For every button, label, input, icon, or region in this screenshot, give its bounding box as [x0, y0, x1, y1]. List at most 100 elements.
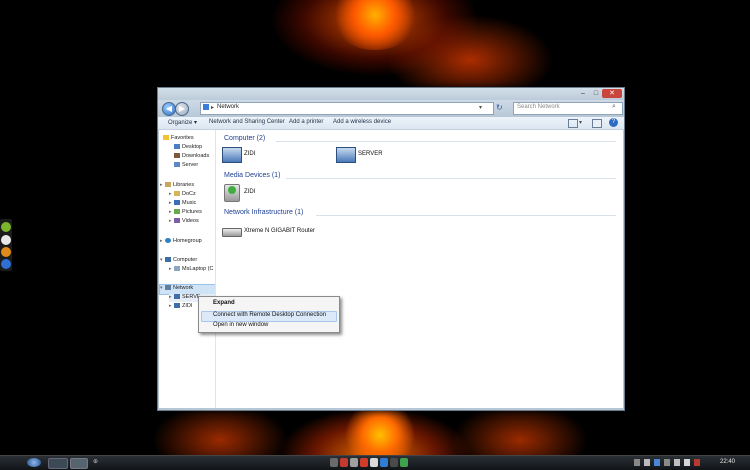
nav-computer[interactable]: Computer	[165, 257, 197, 264]
group-title-media-devices[interactable]: Media Devices (1)	[224, 172, 280, 179]
tray-icon[interactable]	[694, 459, 700, 466]
search-input[interactable]: Search Network ⌕	[513, 102, 623, 115]
expand-arrow-icon[interactable]: ▸	[169, 294, 172, 301]
videos-icon	[174, 218, 180, 224]
chevron-down-icon[interactable]: ▾	[579, 119, 582, 126]
expand-arrow-icon[interactable]: ▸	[169, 303, 172, 310]
nav-item-mslaptop[interactable]: MsLaptop (C	[174, 266, 214, 273]
group-divider	[286, 178, 616, 179]
maximize-button[interactable]: □	[590, 89, 602, 98]
router-icon	[222, 228, 242, 237]
context-menu-open-new-window[interactable]: Open in new window	[213, 322, 268, 328]
group-divider	[316, 215, 616, 216]
nav-item-label: MsLaptop (C	[182, 266, 214, 272]
nav-item-pictures[interactable]: Pictures	[174, 209, 202, 216]
gadget-icon[interactable]	[1, 222, 11, 232]
expand-arrow-icon[interactable]: ▸	[160, 182, 163, 189]
nav-item-zidi[interactable]: ZIDI	[174, 303, 192, 310]
expand-arrow-icon[interactable]: ▸	[160, 238, 163, 245]
expand-arrow-icon[interactable]: ▸	[169, 218, 172, 225]
taskbar-app[interactable]	[330, 458, 338, 467]
taskbar-app[interactable]	[350, 458, 358, 467]
command-bar: Organize ▾ Network and Sharing Center Ad…	[158, 117, 624, 130]
bluetooth-icon[interactable]	[654, 459, 660, 466]
group-title-network-infrastructure[interactable]: Network Infrastructure (1)	[224, 209, 303, 216]
breadcrumb[interactable]: Network	[217, 104, 239, 110]
flame-decoration-bottom	[340, 405, 420, 455]
network-sharing-center-button[interactable]: Network and Sharing Center	[209, 119, 285, 125]
music-icon	[174, 200, 180, 206]
nav-libraries[interactable]: Libraries	[165, 182, 194, 189]
taskbar-app[interactable]	[390, 458, 398, 467]
tray-icon[interactable]	[664, 459, 670, 466]
gadget-icon[interactable]	[1, 235, 11, 245]
context-menu-expand[interactable]: Expand	[213, 300, 235, 306]
expand-arrow-icon[interactable]: ▾	[160, 285, 163, 292]
nav-favorites[interactable]: Favorites	[163, 135, 194, 142]
gadget-icon[interactable]	[1, 259, 11, 269]
taskbar-clock[interactable]: 22:40	[720, 459, 735, 465]
file-item-label: Xtreme N GIGABIT Router	[244, 228, 315, 234]
refresh-icon[interactable]: ↻	[496, 103, 503, 112]
nav-item-serve[interactable]: SERVE	[174, 294, 201, 301]
expand-arrow-icon[interactable]: ▸	[169, 266, 172, 273]
network-icon[interactable]	[674, 459, 680, 466]
nav-item-label: Server	[182, 162, 199, 168]
tray-icon[interactable]	[634, 459, 640, 466]
forward-button[interactable]: ▶	[175, 102, 189, 116]
add-wireless-device-button[interactable]: Add a wireless device	[333, 119, 391, 125]
nav-item-label: Downloads	[182, 153, 210, 159]
gadget-sidebar	[0, 219, 12, 271]
nav-computer-label: Computer	[173, 257, 198, 263]
navigation-pane: Favorites Desktop Downloads Server ▸ Lib…	[159, 130, 216, 408]
file-item-label: ZIDI	[244, 151, 256, 157]
nav-item-label: Desktop	[182, 144, 203, 150]
nav-item-videos[interactable]: Videos	[174, 218, 199, 225]
taskbar-app[interactable]	[340, 458, 348, 467]
address-bar[interactable]: ▸ Network ▾	[200, 102, 494, 115]
nav-item-docz[interactable]: DoCz	[174, 191, 196, 198]
add-printer-button[interactable]: Add a printer	[289, 119, 323, 125]
nav-favorites-label: Favorites	[171, 135, 194, 141]
nav-item-downloads[interactable]: Downloads	[174, 153, 209, 160]
nav-item-server[interactable]: Server	[174, 162, 198, 169]
organize-menu[interactable]: Organize ▾	[168, 119, 197, 126]
taskbar-app[interactable]	[370, 458, 378, 467]
minimize-button[interactable]: –	[576, 89, 590, 98]
volume-icon[interactable]	[684, 459, 690, 466]
start-button[interactable]	[27, 458, 41, 467]
group-title-computer[interactable]: Computer (2)	[224, 135, 265, 142]
taskbar-app[interactable]	[380, 458, 388, 467]
nav-item-desktop[interactable]: Desktop	[174, 144, 202, 151]
computer-icon	[174, 294, 180, 300]
chevron-down-icon[interactable]: ▾	[479, 104, 482, 111]
expand-arrow-icon[interactable]: ▸	[169, 209, 172, 216]
show-desktop-icon[interactable]: ⊕	[93, 458, 101, 467]
documents-icon	[174, 191, 180, 197]
taskbar-app-explorer[interactable]	[48, 458, 68, 469]
taskbar-app[interactable]	[400, 458, 408, 467]
search-icon[interactable]: ⌕	[612, 103, 616, 111]
group-divider	[276, 141, 616, 142]
preview-pane-icon[interactable]	[592, 119, 602, 128]
expand-arrow-icon[interactable]: ▸	[169, 191, 172, 198]
context-menu: Expand Connect with Remote Desktop Conne…	[198, 296, 340, 333]
taskbar-app[interactable]	[70, 458, 88, 469]
nav-item-music[interactable]: Music	[174, 200, 196, 207]
nav-homegroup-label: Homegroup	[173, 238, 202, 244]
address-row: ◀ ▶ ▸ Network ▾ ↻ Search Network ⌕	[158, 100, 624, 116]
back-button[interactable]: ◀	[162, 102, 176, 116]
tray-icon[interactable]	[644, 459, 650, 466]
expand-arrow-icon[interactable]: ▸	[169, 200, 172, 207]
expand-arrow-icon[interactable]: ▾	[160, 257, 163, 264]
gadget-icon[interactable]	[1, 247, 11, 257]
taskbar-app[interactable]	[360, 458, 368, 467]
nav-network[interactable]: Network	[165, 285, 193, 292]
close-button[interactable]: ✕	[602, 89, 622, 98]
view-options-icon[interactable]	[568, 119, 578, 128]
context-menu-connect-remote-desktop[interactable]: Connect with Remote Desktop Connection	[213, 312, 326, 318]
nav-libraries-label: Libraries	[173, 182, 195, 188]
search-placeholder: Search Network	[517, 104, 560, 110]
help-icon[interactable]: ?	[609, 118, 618, 127]
nav-homegroup[interactable]: Homegroup	[165, 238, 202, 245]
